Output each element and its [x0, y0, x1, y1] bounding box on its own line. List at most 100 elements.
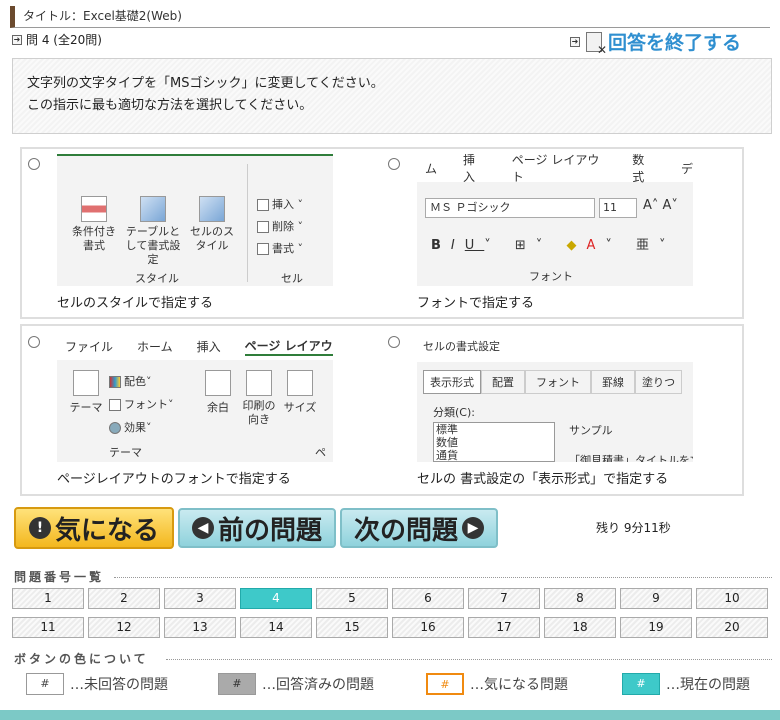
- legend-text: …回答済みの問題: [262, 677, 374, 693]
- arrow-right-icon: ▶: [462, 517, 484, 539]
- option-4[interactable]: セルの書式設定 表示形式 配置 フォント 罫線 塗りつ 分類(C): 標準 数値…: [386, 330, 736, 490]
- question-number-button[interactable]: 6: [392, 588, 464, 609]
- format-cells-dialog-screenshot: セルの書式設定 表示形式 配置 フォント 罫線 塗りつ 分類(C): 標準 数値…: [417, 332, 693, 462]
- shot-text: フォント: [525, 370, 591, 394]
- page-title: タイトル：Excel基礎2(Web): [10, 6, 770, 28]
- shot-text: フォント: [124, 398, 168, 411]
- legend-flagged: # …気になる問題: [426, 673, 568, 695]
- question-number-button[interactable]: 14: [240, 617, 312, 638]
- shot-text: フォント: [529, 270, 573, 283]
- question-number-button[interactable]: 8: [544, 588, 616, 609]
- ribbon-screenshot-styles: 条件付き書式 テーブルとして書式設定 セルのスタイル 挿入 ˅ 削除 ˅ 書式 …: [57, 154, 333, 286]
- numbers-heading: 問題番号一覧: [14, 570, 105, 584]
- shot-text: テーマ: [69, 401, 103, 414]
- radio-option-3[interactable]: [28, 336, 40, 348]
- shot-text: 罫線: [591, 370, 635, 394]
- question-number-button[interactable]: 15: [316, 617, 388, 638]
- legend-swatch: #: [622, 673, 660, 695]
- option-1[interactable]: 条件付き書式 テーブルとして書式設定 セルのスタイル 挿入 ˅ 削除 ˅ 書式 …: [26, 152, 376, 312]
- option-2[interactable]: ム 挿入 ページ レイアウト 数式 デ ＭＳ Ｐゴシック 11 A˄ A˅ BI…: [386, 152, 736, 312]
- shot-text: 配色: [124, 375, 146, 388]
- ribbon-screenshot-page-layout: ファイル ホーム 挿入 ページ レイアウ テーマ 配色˅ フォント˅ 効果˅ 余…: [57, 332, 333, 462]
- question-number-button[interactable]: 13: [164, 617, 236, 638]
- footer-bar: [0, 710, 780, 720]
- question-number-button[interactable]: 5: [316, 588, 388, 609]
- shot-text: ページ レイアウト: [511, 154, 600, 184]
- theme-icon: [73, 370, 99, 396]
- prev-label: 前の問題: [217, 515, 322, 546]
- prev-button[interactable]: ◀ 前の問題: [178, 508, 336, 548]
- shot-text: 条件付き書式: [72, 225, 116, 252]
- legend-swatch: #: [218, 673, 256, 695]
- divider: [166, 659, 772, 660]
- question-number-button[interactable]: 17: [468, 617, 540, 638]
- shot-text: ページ レイアウ: [244, 337, 333, 356]
- legend-heading: ボタンの色について: [14, 652, 149, 666]
- question-number-button[interactable]: 3: [164, 588, 236, 609]
- shot-text: セル: [281, 272, 303, 285]
- shot-text: ペ: [315, 446, 326, 459]
- shot-text: ＭＳ Ｐゴシック: [425, 198, 595, 218]
- question-number-button[interactable]: 18: [544, 617, 616, 638]
- shot-text: 挿入: [272, 198, 294, 211]
- shot-text: 11: [599, 198, 637, 218]
- option-2-caption: フォントで指定する: [417, 296, 535, 311]
- flag-button[interactable]: ! 気になる: [14, 507, 174, 549]
- legend-answered: # …回答済みの問題: [218, 673, 374, 695]
- question-label: 問 4 (全20問): [26, 33, 102, 47]
- legend-current: # …現在の問題: [622, 673, 750, 695]
- question-number-button[interactable]: 2: [88, 588, 160, 609]
- legend-text: …現在の問題: [666, 677, 750, 693]
- shot-text: 挿入: [196, 339, 221, 354]
- cell-style-icon: [199, 196, 225, 222]
- shot-text: 挿入: [463, 154, 476, 184]
- shot-text: スタイル: [135, 272, 179, 285]
- shot-text: サンプル: [569, 424, 613, 437]
- arrow-left-icon: ◀: [191, 517, 214, 539]
- exclamation-icon: !: [28, 517, 51, 539]
- shot-text: 「御見積書」タイトルを文字: [569, 454, 693, 462]
- shot-text: 数値: [436, 436, 458, 449]
- shot-text: テーブルとして書式設定: [125, 225, 181, 266]
- shot-text: ファイル: [65, 339, 114, 354]
- question-number-button[interactable]: 10: [696, 588, 768, 609]
- ribbon-screenshot-font: ム 挿入 ページ レイアウト 数式 デ ＭＳ Ｐゴシック 11 A˄ A˅ BI…: [417, 154, 693, 286]
- shot-text: 通貨: [436, 449, 458, 462]
- question-number-button[interactable]: 7: [468, 588, 540, 609]
- shot-text: ホーム: [137, 339, 173, 354]
- legend-swatch: #: [426, 673, 464, 695]
- question-number-button[interactable]: 12: [88, 617, 160, 638]
- question-number-button[interactable]: 1: [12, 588, 84, 609]
- question-number-button[interactable]: 16: [392, 617, 464, 638]
- radio-option-2[interactable]: [388, 158, 400, 170]
- radio-option-4[interactable]: [388, 336, 400, 348]
- question-number-button[interactable]: 4: [240, 588, 312, 609]
- finish-doc-icon: [586, 31, 607, 57]
- finish-label: 回答を終了する: [608, 32, 742, 54]
- question-indicator: ➜ 問 4 (全20問): [12, 32, 102, 48]
- divider: [114, 577, 772, 578]
- radio-option-1[interactable]: [28, 158, 40, 170]
- finish-button[interactable]: ➜ 回答を終了する: [570, 28, 742, 57]
- legend-text: …未回答の問題: [70, 677, 168, 693]
- question-number-button[interactable]: 11: [12, 617, 84, 638]
- margin-icon: [205, 370, 231, 396]
- conditional-format-icon: [81, 196, 107, 222]
- arrow-right-icon: ➜: [570, 36, 580, 47]
- next-label: 次の問題: [353, 515, 458, 546]
- option-3-caption: ページレイアウトのフォントで指定する: [57, 472, 291, 487]
- option-3[interactable]: ファイル ホーム 挿入 ページ レイアウ テーマ 配色˅ フォント˅ 効果˅ 余…: [26, 330, 376, 490]
- question-number-button[interactable]: 20: [696, 617, 768, 638]
- prompt-line-2: この指示に最も適切な方法を選択してください。: [27, 98, 313, 113]
- legend-text: …気になる問題: [470, 677, 568, 693]
- question-number-button[interactable]: 19: [620, 617, 692, 638]
- next-button[interactable]: 次の問題 ▶: [340, 508, 498, 548]
- shot-text: 分類(C):: [433, 406, 475, 419]
- legend-swatch: #: [26, 673, 64, 695]
- shot-text: 標準: [436, 423, 458, 436]
- question-number-button[interactable]: 9: [620, 588, 692, 609]
- arrow-right-icon: ➜: [12, 35, 22, 45]
- shot-text: 書式: [272, 242, 294, 255]
- shot-text: 配置: [481, 370, 525, 394]
- remaining-time: 残り 9分11秒: [596, 521, 671, 535]
